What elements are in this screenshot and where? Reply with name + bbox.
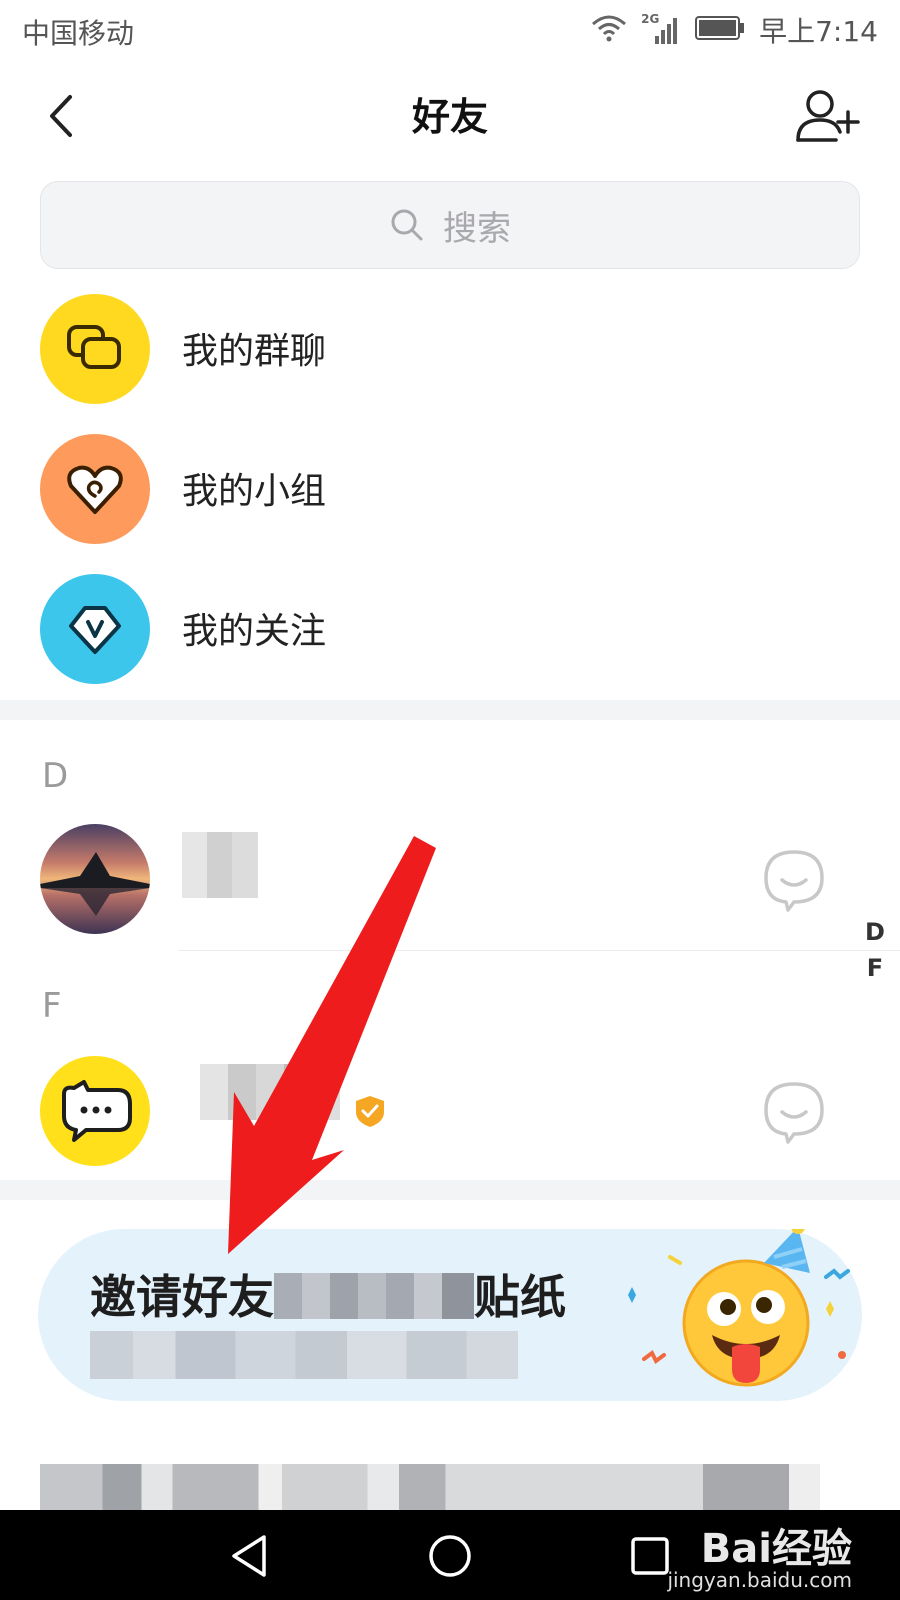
entry-label: 我的群聊 <box>182 331 327 372</box>
entry-label: 我的小组 <box>182 471 327 512</box>
friend-name-masked <box>200 1064 340 1120</box>
banner-title: 邀请好友 贴纸 <box>90 1261 566 1327</box>
add-friend-button[interactable] <box>792 84 862 148</box>
chat-smile-icon <box>764 1082 824 1144</box>
friend-row[interactable] <box>0 824 900 936</box>
section-header-d: D <box>42 756 69 796</box>
friend-name-masked <box>182 832 258 898</box>
avatar <box>40 1056 150 1166</box>
search-icon <box>391 209 423 241</box>
section-separator <box>0 1180 900 1200</box>
index-letter-f[interactable]: F <box>860 954 890 982</box>
search-placeholder: 搜索 <box>443 208 511 249</box>
v-badge-icon <box>40 574 150 684</box>
search-input[interactable]: 搜索 <box>40 181 860 269</box>
chat-bubbles-icon <box>40 294 150 404</box>
triangle-back-icon <box>232 1535 266 1577</box>
status-icons: 2G 早上7:14 <box>591 12 878 48</box>
square-recents-icon <box>631 1537 669 1575</box>
wifi-icon <box>591 14 627 46</box>
status-bar: 中国移动 2G 早上7:14 <box>0 0 900 62</box>
banner-title-end: 贴纸 <box>474 1270 566 1324</box>
watermark-logo: Bai经验 <box>700 1526 852 1572</box>
entry-my-group-chats[interactable]: 我的群聊 <box>0 294 900 406</box>
chat-button[interactable] <box>762 848 826 912</box>
nav-home-button[interactable] <box>420 1528 480 1584</box>
page-title: 好友 <box>411 95 488 139</box>
add-user-icon <box>796 90 860 142</box>
banner-title-masked <box>274 1273 474 1319</box>
verified-shield-icon <box>354 1094 386 1132</box>
chat-smile-icon <box>764 850 824 912</box>
battery-icon <box>695 15 745 45</box>
index-letter-d[interactable]: D <box>860 918 890 946</box>
section-header-f: F <box>42 986 62 1026</box>
entry-label: 我的关注 <box>182 611 327 652</box>
circle-home-icon <box>429 1535 471 1577</box>
party-emoji-icon <box>614 1220 862 1401</box>
clock: 早上7:14 <box>759 15 878 48</box>
banner-title-start: 邀请好友 <box>90 1270 274 1324</box>
entry-my-follows[interactable]: 我的关注 <box>0 574 900 686</box>
masked-list-item <box>40 1464 820 1514</box>
signal-icon: 2G <box>641 12 681 46</box>
friend-row[interactable] <box>0 1056 900 1168</box>
chat-button[interactable] <box>762 1080 826 1144</box>
baidu-watermark: Bai经验 jingyan.baidu.com <box>667 1510 852 1600</box>
nav-back-button[interactable] <box>220 1528 280 1584</box>
banner-subtitle-masked <box>90 1331 518 1379</box>
carrier-name: 中国移动 <box>22 17 135 50</box>
entry-my-groups[interactable]: 我的小组 <box>0 434 900 546</box>
heart-swirl-icon <box>40 434 150 544</box>
watermark-url: jingyan.baidu.com <box>667 1568 852 1592</box>
section-separator <box>0 700 900 720</box>
row-divider <box>178 950 900 951</box>
avatar <box>40 824 150 934</box>
invite-banner[interactable]: 邀请好友 贴纸 <box>38 1220 862 1401</box>
